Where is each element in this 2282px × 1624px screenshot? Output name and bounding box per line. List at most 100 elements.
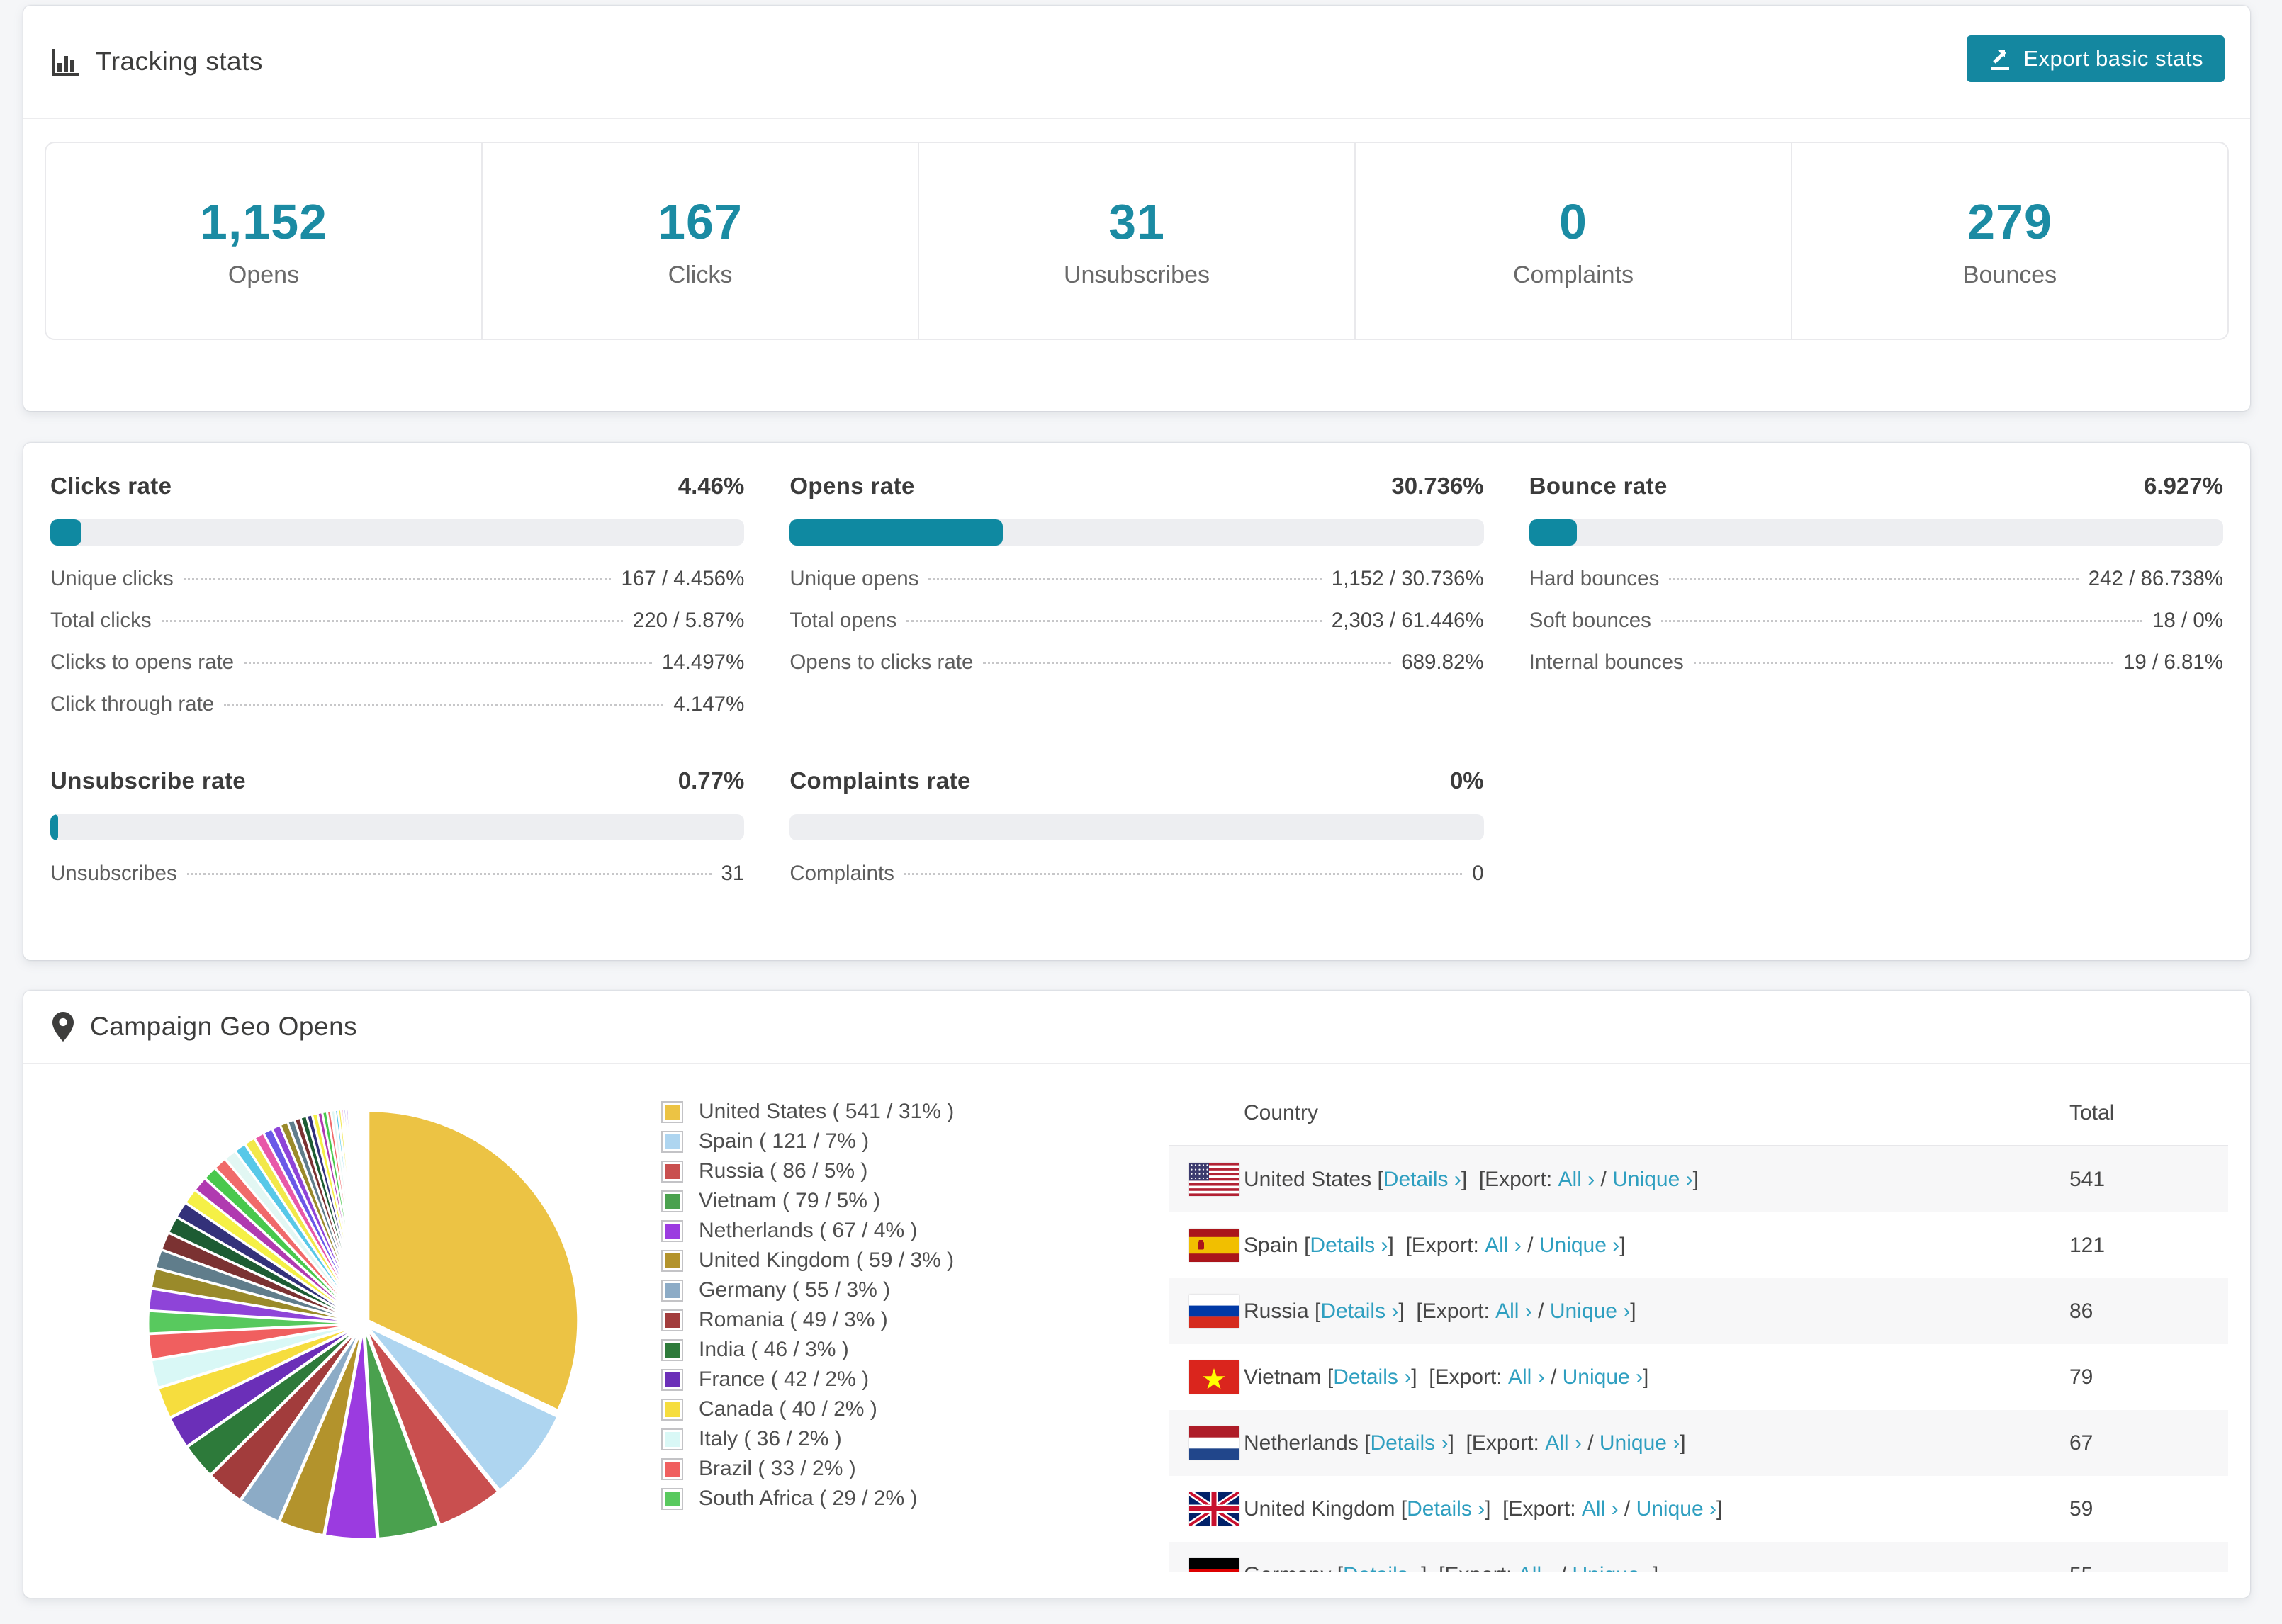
flag-icon-us [1189, 1163, 1239, 1197]
legend-item-italy[interactable]: Italy ( 36 / 2% ) [661, 1424, 954, 1454]
links-separator: ] [Export: [1485, 1496, 1582, 1521]
stat-value: 31 [1108, 193, 1165, 249]
rate-detail-row: Click through rate 4.147% [50, 692, 744, 734]
rate-value: 30.736% [1391, 473, 1484, 499]
details-link[interactable]: Details › [1320, 1299, 1398, 1324]
rate-card-complaints-rate: Complaints rate 0% Complaints 0 [789, 767, 1484, 903]
legend-label: Romania ( 49 / 3% ) [699, 1308, 888, 1331]
export-all-link[interactable]: All › [1558, 1168, 1595, 1192]
dotted-leader [1660, 620, 2142, 622]
export-unique-link[interactable]: Unique › [1572, 1563, 1652, 1572]
legend-label: South Africa ( 29 / 2% ) [699, 1487, 918, 1510]
rates-card: Clicks rate 4.46% Unique clicks 167 / 4.456… [23, 443, 2250, 960]
rate-detail-row: Soft bounces 18 / 0% [1529, 609, 2223, 650]
summary-stats-box: 1,152 Opens 167 Clicks 31 Unsubscribes 0 Compla… [45, 142, 2229, 340]
links-separator: ] [Export: [1461, 1167, 1558, 1191]
links-separator: ] [Export: [1398, 1299, 1496, 1323]
export-unique-link[interactable]: Unique › [1612, 1168, 1692, 1192]
legend-swatch [661, 1130, 683, 1153]
legend-item-india[interactable]: India ( 46 / 3% ) [661, 1335, 954, 1365]
geo-table-col-total: Total [2069, 1101, 2115, 1124]
dotted-leader [904, 873, 1463, 875]
legend-item-russia[interactable]: Russia ( 86 / 5% ) [661, 1156, 954, 1186]
export-all-link[interactable]: All › [1485, 1234, 1522, 1258]
legend-item-brazil[interactable]: Brazil ( 33 / 2% ) [661, 1454, 954, 1484]
country-total: 541 [2069, 1167, 2106, 1191]
links-separator: ] [Export: [1388, 1233, 1485, 1257]
summary-stat-complaints: 0 Complaints [1354, 143, 1791, 339]
rate-title: Clicks rate [50, 473, 172, 499]
rate-progress-bar [1529, 519, 2223, 546]
rates-row-1: Clicks rate 4.46% Unique clicks 167 / 4.456… [50, 473, 2223, 734]
dotted-leader [983, 662, 1392, 664]
geo-table-row-united-kingdom: United Kingdom [Details ›] [Export: All … [1169, 1476, 2228, 1542]
country-total: 79 [2069, 1365, 2093, 1389]
details-link[interactable]: Details › [1333, 1365, 1411, 1389]
details-link[interactable]: Details › [1343, 1563, 1421, 1572]
export-unique-link[interactable]: Unique › [1550, 1299, 1630, 1324]
stat-label: Opens [227, 261, 300, 288]
legend-swatch [661, 1398, 683, 1421]
export-unique-link[interactable]: Unique › [1636, 1497, 1716, 1521]
rate-value: 0% [1449, 767, 1484, 794]
geo-pie-legend: United States ( 541 / 31% ) Spain ( 121 /… [661, 1097, 954, 1513]
export-all-link[interactable]: All › [1582, 1497, 1619, 1521]
rate-value: 4.46% [678, 473, 745, 499]
rate-title: Bounce rate [1529, 473, 1668, 499]
export-basic-stats-button[interactable]: Export basic stats [1967, 35, 2225, 82]
dotted-leader [186, 873, 712, 875]
details-link[interactable]: Details › [1383, 1168, 1461, 1192]
export-unique-link[interactable]: Unique › [1539, 1234, 1619, 1258]
legend-swatch [661, 1487, 683, 1510]
export-all-link[interactable]: All › [1545, 1431, 1582, 1455]
legend-item-netherlands[interactable]: Netherlands ( 67 / 4% ) [661, 1216, 954, 1246]
legend-item-vietnam[interactable]: Vietnam ( 79 / 5% ) [661, 1186, 954, 1216]
details-link[interactable]: Details › [1310, 1234, 1388, 1258]
export-unique-link[interactable]: Unique › [1563, 1365, 1643, 1389]
rate-detail-row: Unique clicks 167 / 4.456% [50, 567, 744, 609]
slash-separator: / [1581, 1431, 1600, 1455]
slash-separator: / [1544, 1365, 1563, 1389]
legend-item-spain[interactable]: Spain ( 121 / 7% ) [661, 1127, 954, 1156]
closing-bracket: ] [1653, 1563, 1658, 1572]
links-separator: ] [Export: [1421, 1563, 1518, 1572]
rate-title: Opens rate [789, 473, 915, 499]
summary-stat-bounces: 279 Bounces [1791, 143, 2227, 339]
geo-table-header: Country Total [1169, 1077, 2228, 1146]
rate-detail-row: Hard bounces 242 / 86.738% [1529, 567, 2223, 609]
legend-label: France ( 42 / 2% ) [699, 1368, 870, 1391]
legend-label: Italy ( 36 / 2% ) [699, 1427, 842, 1450]
legend-item-south-africa[interactable]: South Africa ( 29 / 2% ) [661, 1484, 954, 1513]
summary-stat-clicks: 167 Clicks [481, 143, 918, 339]
export-unique-link[interactable]: Unique › [1600, 1431, 1680, 1455]
closing-bracket: ] [1630, 1299, 1636, 1323]
legend-item-united-states[interactable]: United States ( 541 / 31% ) [661, 1097, 954, 1127]
legend-label: Vietnam ( 79 / 5% ) [699, 1189, 881, 1212]
legend-item-united-kingdom[interactable]: United Kingdom ( 59 / 3% ) [661, 1246, 954, 1275]
export-all-link[interactable]: All › [1495, 1299, 1532, 1324]
legend-item-france[interactable]: France ( 42 / 2% ) [661, 1365, 954, 1394]
legend-item-germany[interactable]: Germany ( 55 / 3% ) [661, 1275, 954, 1305]
details-link[interactable]: Details › [1407, 1497, 1485, 1521]
legend-item-romania[interactable]: Romania ( 49 / 3% ) [661, 1305, 954, 1335]
legend-swatch [661, 1338, 683, 1361]
summary-stat-opens: 1,152 Opens [46, 143, 481, 339]
legend-swatch [661, 1309, 683, 1331]
stat-value: 0 [1559, 193, 1587, 249]
export-all-link[interactable]: All › [1518, 1563, 1555, 1572]
flag-icon-ru [1189, 1295, 1239, 1328]
country-name: Vietnam [ [1244, 1365, 1334, 1389]
geo-table-row-vietnam: Vietnam [Details ›] [Export: All › / Uni… [1169, 1344, 2228, 1410]
legend-swatch [661, 1428, 683, 1450]
legend-item-canada[interactable]: Canada ( 40 / 2% ) [661, 1394, 954, 1424]
legend-label: United Kingdom ( 59 / 3% ) [699, 1248, 955, 1272]
slash-separator: / [1618, 1496, 1636, 1521]
rate-title: Complaints rate [789, 767, 971, 794]
export-all-link[interactable]: All › [1508, 1365, 1545, 1389]
legend-label: Canada ( 40 / 2% ) [699, 1397, 877, 1421]
legend-label: Netherlands ( 67 / 4% ) [699, 1219, 918, 1242]
rate-detail-row: Total opens 2,303 / 61.446% [789, 609, 1483, 650]
rate-progress-bar [50, 814, 745, 840]
geo-pie-chart [130, 1090, 597, 1557]
details-link[interactable]: Details › [1370, 1431, 1448, 1455]
